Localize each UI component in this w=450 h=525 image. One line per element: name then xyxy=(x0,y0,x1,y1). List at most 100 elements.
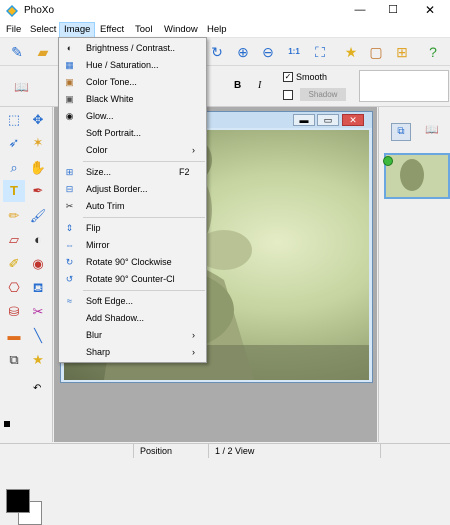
image-menu-item-hue-saturation[interactable]: ▦ Hue / Saturation... xyxy=(59,57,206,74)
zoom-tool-icon[interactable]: ⌕ xyxy=(3,157,25,179)
favorite-star-icon[interactable]: ★ xyxy=(340,41,362,63)
image-restore-button[interactable]: ▭ xyxy=(317,114,339,126)
magic-wand-icon[interactable]: ✶ xyxy=(27,132,49,154)
zoom-out-icon[interactable]: ⊖ xyxy=(257,41,279,63)
clone-stamp-icon[interactable]: ⎔ xyxy=(3,277,25,299)
mirror-icon: ⇔ xyxy=(65,240,74,250)
menu-select[interactable]: Select xyxy=(26,22,60,38)
image-menu-item-color[interactable]: Color › xyxy=(59,142,206,159)
shadow-checkbox[interactable] xyxy=(283,90,293,100)
close-button[interactable]: ✕ xyxy=(413,3,447,19)
frame-icon[interactable]: ▢ xyxy=(365,41,387,63)
image-menu-item-mirror[interactable]: ⇔ Mirror xyxy=(59,237,206,254)
tool-palette: ⬚ ✥ ➶ ✶ ⌕ ✋ T ✒ ✏ 🖌 ▱ ◐ ✐ ◉ ⎔ ⛾ ⛁ ✂ ▬ ╲ … xyxy=(0,107,53,525)
book-icon[interactable]: 📖 xyxy=(14,80,29,94)
menu-item-label: Color xyxy=(86,145,108,155)
menu-help[interactable]: Help xyxy=(203,22,231,38)
zoom-in-icon[interactable]: ⊕ xyxy=(232,41,254,63)
menu-tool[interactable]: Tool xyxy=(131,22,156,38)
menu-image[interactable]: Image xyxy=(59,22,96,38)
menu-item-label: Rotate 90° Clockwise xyxy=(86,257,172,267)
eyedropper-icon[interactable]: ✒ xyxy=(27,180,49,202)
shadow-button[interactable]: Shadow xyxy=(300,88,346,101)
image-menu-item-soft-edge[interactable]: ≈ Soft Edge... xyxy=(59,293,206,310)
shape-star-icon[interactable]: ★ xyxy=(27,349,49,371)
scissors-icon[interactable]: ✂ xyxy=(27,301,49,323)
menu-effect[interactable]: Effect xyxy=(96,22,128,38)
actual-size-icon[interactable]: 1:1 xyxy=(283,41,305,63)
image-menu-dropdown: ◐ Brightness / Contrast.. ▦ Hue / Saturatio… xyxy=(58,37,207,363)
red-eye-icon[interactable]: ◉ xyxy=(27,253,49,275)
open-folder-icon[interactable]: ▰ xyxy=(32,41,54,63)
menu-window[interactable]: Window xyxy=(160,22,202,38)
fit-window-icon[interactable]: ⛶ xyxy=(309,41,331,63)
smooth-label: Smooth xyxy=(296,72,328,82)
fill-bucket-icon[interactable]: ⛾ xyxy=(27,277,49,299)
crop-icon[interactable]: ⧉ xyxy=(3,349,25,371)
foreground-color-swatch[interactable] xyxy=(6,489,30,513)
image-menu-item-black-white[interactable]: ▣ Black White xyxy=(59,91,206,108)
view-layers-icon[interactable]: ⧉ xyxy=(391,123,411,141)
image-menu-item-add-shadow[interactable]: Add Shadow... xyxy=(59,310,206,327)
hand-tool-icon[interactable]: ✋ xyxy=(27,157,49,179)
menu-item-label: Soft Edge... xyxy=(86,296,134,306)
italic-button[interactable]: I xyxy=(258,80,261,91)
eraser-icon[interactable]: ▱ xyxy=(3,229,25,251)
image-menu-item-auto-trim[interactable]: ✂ Auto Trim xyxy=(59,198,206,215)
minimize-button[interactable]: — xyxy=(345,3,375,19)
text-tool-icon[interactable]: T xyxy=(3,180,25,202)
smooth-checkbox[interactable]: ✓ xyxy=(283,72,293,82)
help-icon[interactable]: ? xyxy=(422,41,444,63)
image-menu-item-rotate-90-counter-cl[interactable]: ↺ Rotate 90° Counter-Cl xyxy=(59,271,206,288)
image-minimize-button[interactable]: ▬ xyxy=(293,114,315,126)
maximize-button[interactable]: ☐ xyxy=(378,3,408,19)
menu-item-label: Color Tone... xyxy=(86,77,137,87)
color-tone-icon: ▣ xyxy=(65,77,74,87)
image-menu-item-brightness-contrast[interactable]: ◐ Brightness / Contrast.. xyxy=(59,40,206,57)
image-menu-item-blur[interactable]: Blur › xyxy=(59,327,206,344)
menu-item-label: Black White xyxy=(86,94,134,104)
image-close-button[interactable]: ✕ xyxy=(342,114,364,126)
black-white-icon: ▣ xyxy=(65,94,74,104)
menu-separator xyxy=(83,290,205,291)
image-menu-item-soft-portrait[interactable]: Soft Portrait... xyxy=(59,125,206,142)
image-menu-item-rotate-90-clockwise[interactable]: ↻ Rotate 90° Clockwise xyxy=(59,254,206,271)
move-icon[interactable]: ✥ xyxy=(27,109,49,131)
book-panel-icon[interactable]: 📖 xyxy=(425,123,439,136)
image-menu-item-adjust-border[interactable]: ⊟ Adjust Border... xyxy=(59,181,206,198)
new-file-icon[interactable]: ✎ xyxy=(6,41,28,63)
line-tool-icon[interactable]: ╲ xyxy=(27,325,49,347)
preview-box xyxy=(359,70,449,102)
rect-select-icon[interactable]: ⬚ xyxy=(3,109,25,131)
rotate-ccw-icon: ↺ xyxy=(65,274,74,284)
status-position: Position xyxy=(133,444,208,458)
brush-icon[interactable]: 🖌 xyxy=(27,205,49,227)
menu-item-label: Mirror xyxy=(86,240,110,250)
reset-colors-icon[interactable] xyxy=(4,421,10,427)
lasso-icon[interactable]: ➶ xyxy=(3,132,25,154)
refresh-icon[interactable]: ↻ xyxy=(206,41,228,63)
gradient-icon[interactable]: ▬ xyxy=(3,325,25,347)
stamp-icon[interactable]: ⛁ xyxy=(3,301,25,323)
submenu-arrow-icon: › xyxy=(192,347,195,357)
menu-item-label: Hue / Saturation... xyxy=(86,60,159,70)
menu-separator xyxy=(83,217,205,218)
contrast-tool-icon[interactable]: ◐ xyxy=(27,229,49,251)
menu-file[interactable]: File xyxy=(2,22,25,38)
title-bar: PhoXo — ☐ ✕ xyxy=(0,0,450,22)
bold-button[interactable]: B xyxy=(234,80,241,91)
submenu-arrow-icon: › xyxy=(192,330,195,340)
pencil-icon[interactable]: ✏ xyxy=(3,205,25,227)
image-thumbnail[interactable] xyxy=(384,153,450,199)
gift-icon[interactable]: ⊞ xyxy=(391,41,413,63)
image-menu-item-color-tone[interactable]: ▣ Color Tone... xyxy=(59,74,206,91)
image-menu-item-glow[interactable]: ◉ Glow... xyxy=(59,108,206,125)
image-menu-item-size[interactable]: ⊞ Size... F2 xyxy=(59,164,206,181)
image-menu-item-sharp[interactable]: Sharp › xyxy=(59,344,206,361)
brightness-icon: ◐ xyxy=(66,43,73,53)
rotate-cw-icon: ↻ xyxy=(65,257,74,267)
image-menu-item-flip[interactable]: ⇕ Flip xyxy=(59,220,206,237)
menu-item-label: Auto Trim xyxy=(86,201,125,211)
swap-colors-icon[interactable]: ↶ xyxy=(33,383,41,394)
smudge-icon[interactable]: ✐ xyxy=(3,253,25,275)
